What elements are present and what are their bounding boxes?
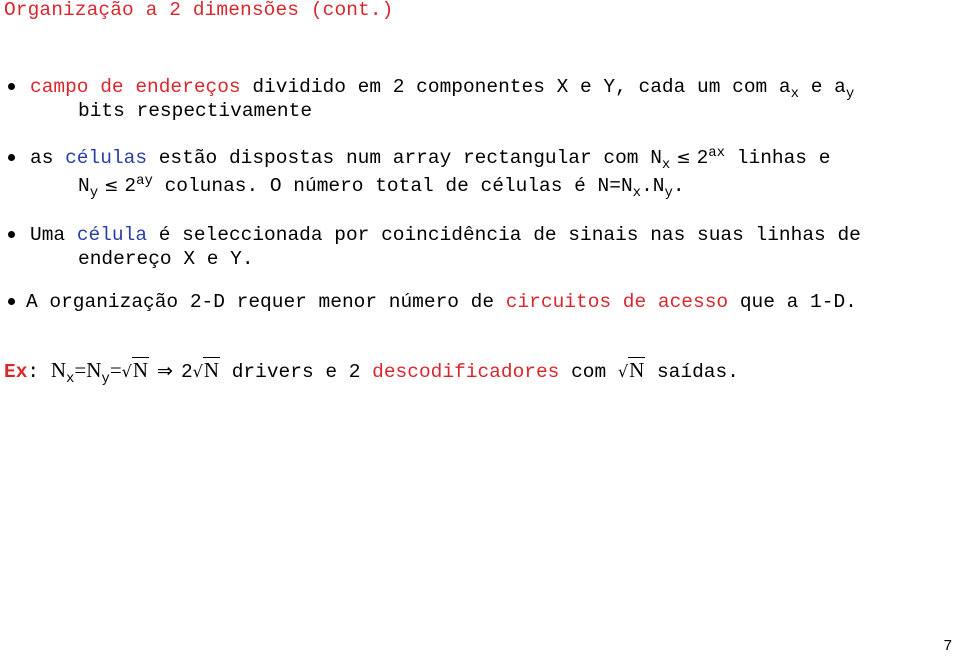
text: estão dispostas num array rectangular co… <box>147 147 662 169</box>
text: : <box>27 361 40 383</box>
subscript: y <box>89 185 99 201</box>
slide-title: Organização a 2 dimensões (cont.) <box>4 0 394 21</box>
text: = <box>109 358 122 382</box>
implies-icon: ⇒ <box>157 360 173 382</box>
bullet-icon <box>8 231 15 238</box>
text: linhas e <box>725 147 831 169</box>
superscript: ay <box>136 173 153 189</box>
bullet-4-line-1: A organização 2-D requer menor número de… <box>26 290 857 314</box>
text: Uma <box>30 224 77 246</box>
bullet-icon <box>8 83 15 90</box>
text: A organização 2-D requer menor número de <box>26 291 506 313</box>
less-equal-symbol: ≤ <box>104 176 119 196</box>
radicand: N <box>131 357 150 382</box>
sqrt-icon: √ <box>192 362 203 381</box>
highlight-access-circuits: circuitos de acesso <box>505 291 729 313</box>
subscript: y <box>664 185 673 201</box>
radicand: N <box>628 357 646 382</box>
bullet-icon <box>8 298 15 305</box>
text: N <box>78 175 90 197</box>
subscript: x <box>661 157 671 173</box>
bullet-2-line-1: as células estão dispostas num array rec… <box>30 145 831 173</box>
text: drivers e 2 <box>220 361 373 383</box>
text: 2 <box>696 147 709 169</box>
bullet-3-line-2: endereço X e Y. <box>78 248 254 270</box>
text: com <box>559 361 618 383</box>
text: N <box>50 358 66 382</box>
text: colunas. O número total de células é N=N <box>152 175 633 197</box>
text: =N <box>74 358 102 382</box>
superscript: ax <box>708 145 726 161</box>
bullet-2-line-2: Ny ≤2ay colunas. O número total de célula… <box>78 173 685 201</box>
page-number: 7 <box>943 637 952 654</box>
sqrt-icon: √ <box>121 362 132 381</box>
bullet-1-line-1: campo de endereços dividido em 2 compone… <box>30 75 855 102</box>
less-equal-symbol: ≤ <box>676 148 691 168</box>
text: é seleccionada por coincidência de sinai… <box>147 224 861 246</box>
example-label: Ex <box>4 361 28 383</box>
subscript: x <box>790 86 800 102</box>
highlight-address-field: campo de endereços <box>30 76 241 98</box>
text: saídas. <box>645 361 739 383</box>
text: que a 1-D. <box>728 291 857 313</box>
radicand: N <box>202 357 221 382</box>
highlight-decoders: descodificadores <box>372 361 560 383</box>
highlight-cells: células <box>65 147 148 169</box>
subscript: x <box>632 185 642 201</box>
text: 2 <box>180 361 193 383</box>
example-line: Ex: Nx=Ny=√N ⇒ 2√N drivers e 2 descodifica… <box>4 357 739 387</box>
highlight-cell: célula <box>76 224 148 246</box>
subscript: y <box>845 86 855 102</box>
subscript: y <box>101 371 110 387</box>
bullet-3-line-1: Uma célula é seleccionada por coincidênc… <box>30 223 861 247</box>
text: 2 <box>124 175 137 197</box>
text: as <box>30 147 66 169</box>
sqrt-icon: √ <box>617 362 629 381</box>
text: dividido em 2 componentes X e Y, cada um… <box>240 76 791 98</box>
text: . <box>672 175 685 197</box>
text: .N <box>641 175 665 197</box>
text: e a <box>799 76 846 98</box>
bullet-icon <box>8 154 15 161</box>
bullet-1-line-2: bits respectivamente <box>78 100 313 122</box>
